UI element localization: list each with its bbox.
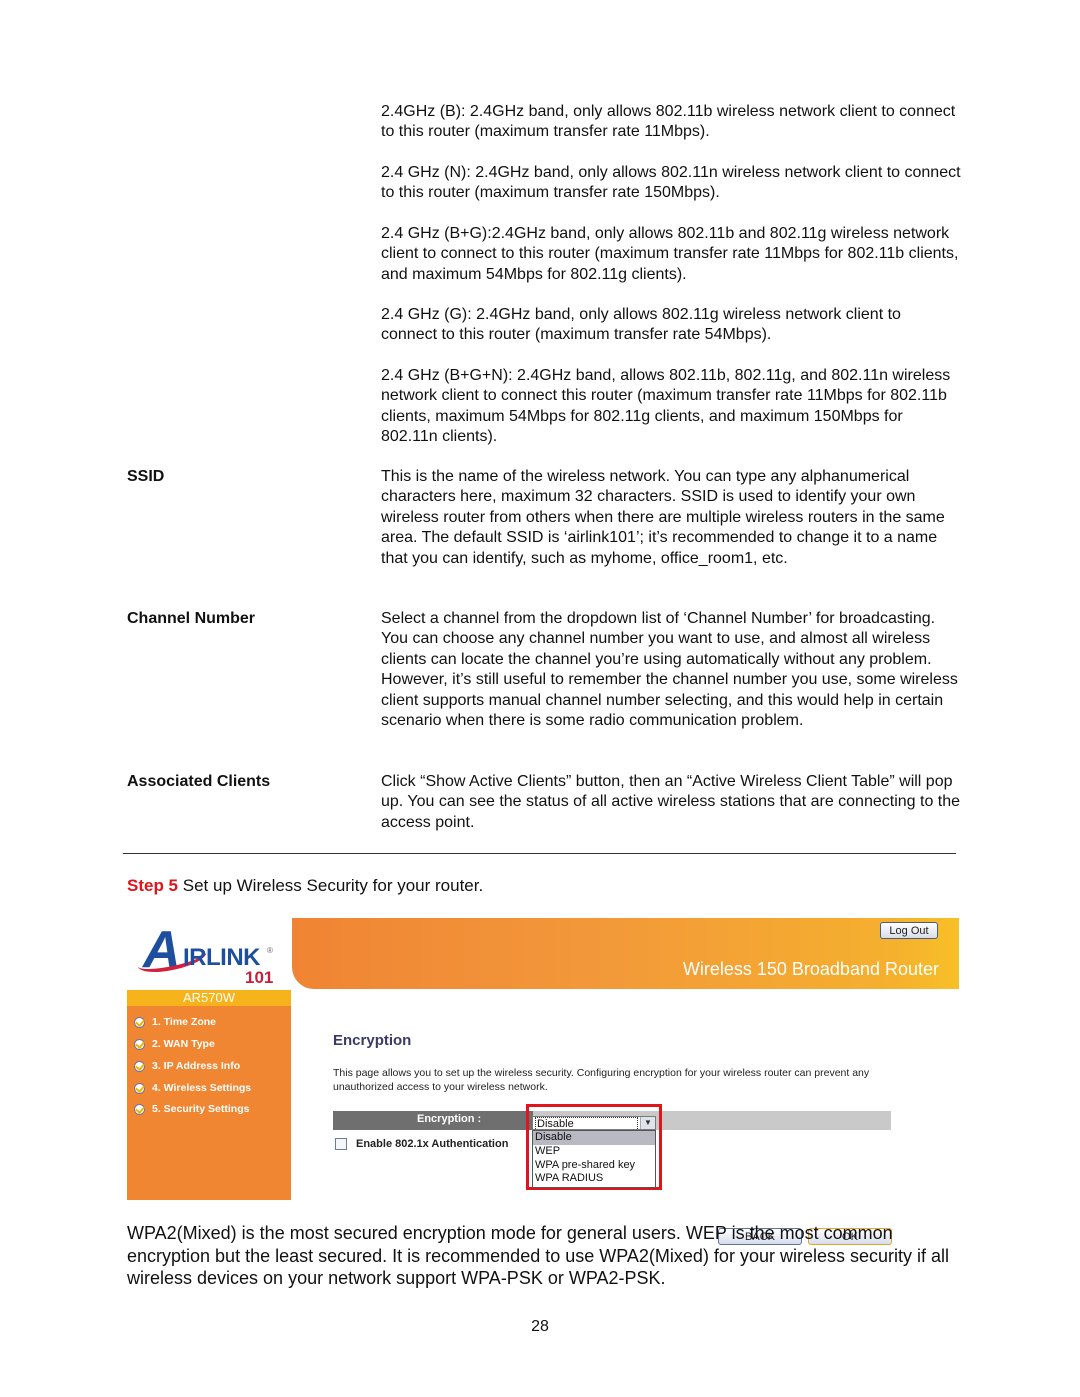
sidebar-item-time-zone[interactable]: 1. Time Zone — [134, 1016, 216, 1028]
step-text: Set up Wireless Security for your router… — [178, 876, 484, 895]
router-title: Wireless 150 Broadband Router — [682, 959, 939, 979]
band-g-paragraph: 2.4 GHz (G): 2.4GHz band, only allows 80… — [381, 306, 901, 344]
logo-suffix: 101 — [245, 968, 274, 987]
page-title: Encryption — [333, 1032, 412, 1049]
option-wpa-radius[interactable]: WPA RADIUS — [533, 1172, 655, 1186]
band-n-paragraph: 2.4 GHz (N): 2.4GHz band, only allows 80… — [381, 164, 961, 202]
channel-number-definition: Select a channel from the dropdown list … — [381, 610, 958, 730]
auth-8021x-checkbox[interactable] — [335, 1138, 347, 1150]
step-number: Step 5 — [127, 876, 179, 895]
option-disable[interactable]: Disable — [533, 1131, 655, 1145]
option-wpa-psk[interactable]: WPA pre-shared key — [533, 1159, 655, 1173]
closing-paragraph: WPA2(Mixed) is the most secured encrypti… — [127, 1223, 949, 1289]
sidebar-item-label: 2. WAN Type — [152, 1038, 215, 1050]
ssid-definition: This is the name of the wireless network… — [381, 468, 945, 567]
associated-clients-definition: Click “Show Active Clients” button, then… — [381, 773, 961, 831]
section-divider — [123, 853, 956, 854]
chevron-down-icon[interactable]: ▼ — [640, 1117, 655, 1129]
logout-button[interactable]: Log Out — [880, 922, 938, 939]
router-screenshot: A IRLINK ® 101 AR570W 1. Time Zone 2. WA… — [127, 918, 959, 1245]
sidebar-item-ip-address-info[interactable]: 3. IP Address Info — [134, 1060, 240, 1072]
airlink-logo: A IRLINK ® 101 — [127, 918, 291, 988]
sidebar: 1. Time Zone 2. WAN Type 3. IP Address I… — [127, 1006, 291, 1200]
page-number: 28 — [531, 1318, 549, 1335]
auth-8021x-label: Enable 802.1x Authentication — [356, 1138, 509, 1150]
sidebar-item-security-settings[interactable]: 5. Security Settings — [134, 1103, 249, 1115]
band-b-paragraph: 2.4GHz (B): 2.4GHz band, only allows 802… — [381, 103, 956, 141]
sidebar-item-label: 3. IP Address Info — [152, 1060, 241, 1072]
sidebar-item-label: 4. Wireless Settings — [152, 1082, 252, 1094]
encryption-dropdown-list: Disable WEP WPA pre-shared key WPA RADIU… — [532, 1130, 656, 1188]
sidebar-item-wireless-settings[interactable]: 4. Wireless Settings — [134, 1082, 251, 1094]
check-icon — [134, 1103, 145, 1115]
encryption-select[interactable]: Disable ▼ — [532, 1116, 656, 1131]
sidebar-item-wan-type[interactable]: 2. WAN Type — [134, 1038, 215, 1050]
encryption-select-value: Disable — [535, 1117, 638, 1131]
band-bgn-paragraph: 2.4 GHz (B+G+N): 2.4GHz band, allows 802… — [381, 367, 951, 446]
check-icon — [134, 1082, 145, 1094]
router-header: Log Out Wireless 150 Broadband Router — [292, 918, 959, 989]
band-bg-paragraph: 2.4 GHz (B+G):2.4GHz band, only allows 8… — [381, 225, 959, 283]
check-icon — [134, 1038, 145, 1050]
channel-number-term: Channel Number — [127, 610, 256, 627]
step-heading: Step 5 Set up Wireless Security for your… — [127, 876, 483, 896]
model-label: AR570W — [127, 990, 291, 1006]
encryption-label: Encryption : — [417, 1113, 482, 1125]
check-icon — [134, 1060, 145, 1072]
ssid-term: SSID — [127, 468, 165, 485]
registered-mark: ® — [267, 946, 273, 955]
associated-clients-term: Associated Clients — [127, 773, 271, 790]
auth-8021x-option[interactable]: Enable 802.1x Authentication — [335, 1138, 508, 1150]
sidebar-item-label: 1. Time Zone — [152, 1016, 216, 1028]
page-description: This page allows you to set up the wirel… — [333, 1067, 870, 1093]
check-icon — [134, 1016, 145, 1028]
option-wep[interactable]: WEP — [533, 1145, 655, 1159]
sidebar-item-label: 5. Security Settings — [152, 1103, 250, 1115]
